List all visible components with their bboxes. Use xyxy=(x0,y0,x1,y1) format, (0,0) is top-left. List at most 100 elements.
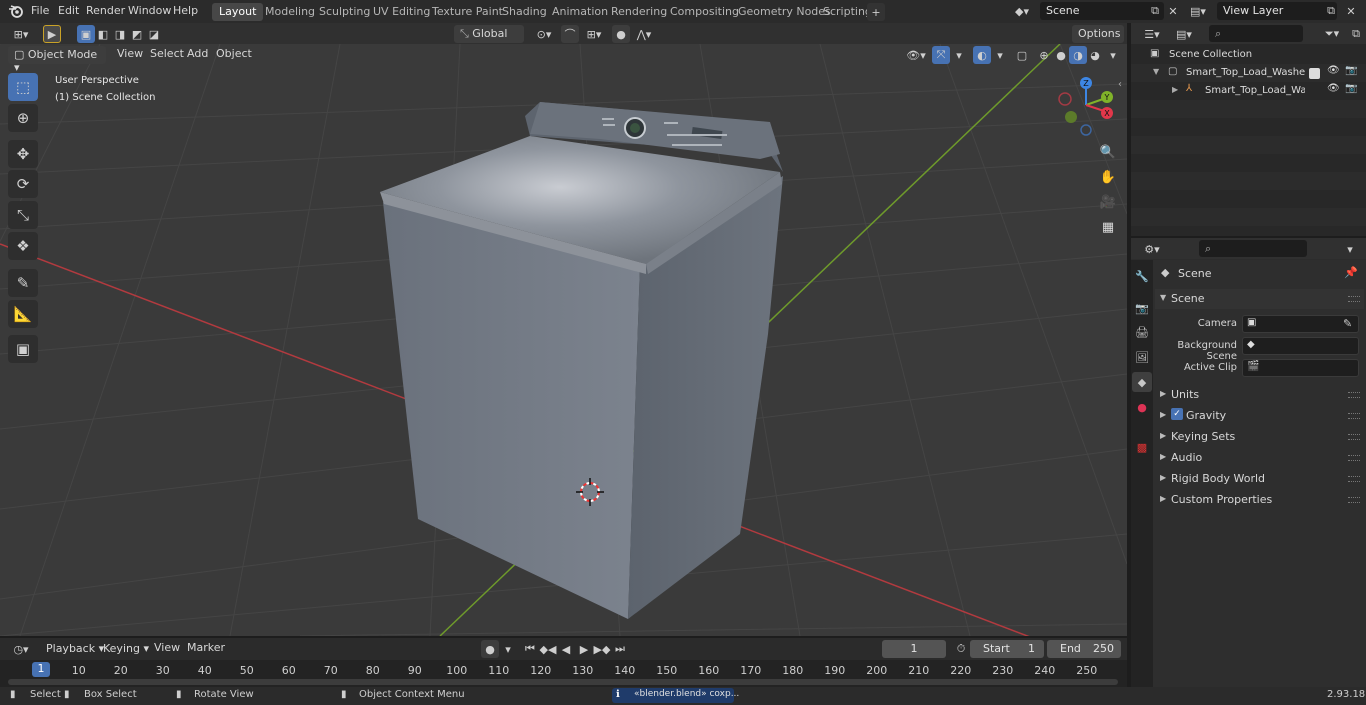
timeline-marker-menu[interactable]: Marker xyxy=(187,641,225,654)
select-tool-icon[interactable]: ▶ xyxy=(43,25,61,43)
units-panel-header[interactable]: ▶ Units xyxy=(1155,385,1364,405)
delete-scene-icon[interactable]: ✕ xyxy=(1164,2,1182,20)
rigid-body-world-panel-header[interactable]: ▶ Rigid Body World xyxy=(1155,469,1364,489)
camera-field[interactable]: ▣ ✎ xyxy=(1242,315,1359,333)
navigation-gizmo[interactable]: Y Z X xyxy=(1055,74,1117,136)
overlays-dropdown-icon[interactable]: ▾ xyxy=(991,46,1009,64)
object-mode-dropdown[interactable]: ▢ Object Mode ▾ xyxy=(8,46,106,74)
camera-render-icon[interactable]: 📷 xyxy=(1345,83,1357,94)
shading-dropdown-icon[interactable]: ▾ xyxy=(1104,46,1122,64)
falloff-icon[interactable]: ⋀▾ xyxy=(631,25,657,43)
xray-toggle-icon[interactable]: ▢ xyxy=(1013,46,1031,64)
active-clip-field[interactable]: 🎬 xyxy=(1242,359,1359,377)
tool-measure-icon[interactable]: 📐 xyxy=(8,300,38,328)
options-dropdown[interactable]: Options ▾ xyxy=(1072,25,1124,53)
proportional-edit-icon[interactable]: ● xyxy=(612,25,630,43)
drag-handle-icon[interactable] xyxy=(1348,476,1360,482)
overlays-toggle-icon[interactable]: ◐ xyxy=(973,46,991,64)
keying-menu[interactable]: Keying ▾ xyxy=(97,640,155,658)
select-mode-new-icon[interactable]: ▣ xyxy=(77,25,95,43)
pan-hand-icon[interactable]: ✋ xyxy=(1097,166,1119,188)
keying-sets-panel-header[interactable]: ▶ Keying Sets xyxy=(1155,427,1364,447)
add-workspace-icon[interactable]: + xyxy=(867,3,885,21)
shading-wireframe-icon[interactable]: ⊕ xyxy=(1035,46,1053,64)
tab-layout[interactable]: Layout xyxy=(212,3,264,21)
tool-cursor-icon[interactable]: ⊕ xyxy=(8,104,38,132)
new-view-layer-icon[interactable]: ⧉ xyxy=(1322,2,1340,20)
jump-end-icon[interactable]: ⏭ xyxy=(611,640,629,658)
drag-handle-icon[interactable] xyxy=(1348,392,1360,398)
menu-edit[interactable]: Edit xyxy=(58,4,79,17)
properties-options-icon[interactable]: ▾ xyxy=(1341,240,1359,258)
shading-rendered-icon[interactable]: ◕ xyxy=(1086,46,1104,64)
start-frame-field[interactable]: Start 1 xyxy=(970,640,1044,658)
current-frame-field[interactable]: 1 xyxy=(882,640,946,658)
pin-icon[interactable]: 📌 xyxy=(1344,266,1358,279)
delete-view-layer-icon[interactable]: ✕ xyxy=(1342,2,1360,20)
menu-window[interactable]: Window xyxy=(128,4,171,17)
sidebar-toggle-icon[interactable]: ‹ xyxy=(1118,79,1122,90)
timeline-editor-type-icon[interactable]: ◷▾ xyxy=(8,640,34,658)
display-mode-icon[interactable]: ▤▾ xyxy=(1171,25,1197,43)
menu-help[interactable]: Help xyxy=(173,4,198,17)
end-frame-field[interactable]: End 250 xyxy=(1047,640,1121,658)
tool-rotate-icon[interactable]: ⟳ xyxy=(8,170,38,198)
gizmo-toggle-icon[interactable]: ⤧ xyxy=(932,46,950,64)
tool-scale-icon[interactable]: ⤡ xyxy=(8,201,38,229)
select-mode-extend-icon[interactable]: ◧ xyxy=(94,25,112,43)
menu-add[interactable]: Add xyxy=(187,47,208,60)
visibility-filter-icon[interactable]: 👁▾ xyxy=(903,46,929,64)
washer-model[interactable] xyxy=(380,102,783,619)
select-mode-invert-icon[interactable]: ◩ xyxy=(128,25,146,43)
shading-solid-icon[interactable]: ● xyxy=(1052,46,1070,64)
snap-target-icon[interactable]: ⊞▾ xyxy=(581,25,607,43)
pivot-point-icon[interactable]: ⊙▾ xyxy=(531,25,557,43)
outliner-row-scene-collection[interactable]: ▣ Scene Collection xyxy=(1131,46,1366,64)
camera-view-icon[interactable]: 🎥 xyxy=(1097,191,1119,213)
tool-move-icon[interactable]: ✥ xyxy=(8,140,38,168)
scene-tab-icon[interactable]: ◆ xyxy=(1132,372,1152,392)
gravity-checkbox[interactable]: ✓ xyxy=(1171,408,1183,420)
drag-handle-icon[interactable] xyxy=(1348,455,1360,461)
tool-tab-icon[interactable]: 🔧 xyxy=(1132,266,1152,286)
scene-selector-icon[interactable]: ◆▾ xyxy=(1013,2,1031,20)
gravity-panel-header[interactable]: ▶ ✓ Gravity xyxy=(1155,406,1364,426)
editor-type-icon[interactable]: ⊞▾ xyxy=(8,25,34,43)
gizmo-dropdown-icon[interactable]: ▾ xyxy=(950,46,968,64)
world-tab-icon[interactable]: ● xyxy=(1132,397,1152,417)
notification-banner[interactable]: ℹ «blender.blend» coxp... xyxy=(612,688,739,703)
menu-select[interactable]: Select xyxy=(150,47,184,60)
properties-editor-type-icon[interactable]: ⚙▾ xyxy=(1139,240,1165,258)
tool-add-cube-icon[interactable]: ▣ xyxy=(8,335,38,363)
eye-icon[interactable]: 👁 xyxy=(1327,65,1340,76)
shading-material-icon[interactable]: ◑ xyxy=(1069,46,1087,64)
eyedropper-icon[interactable]: ✎ xyxy=(1343,317,1352,330)
drag-handle-icon[interactable] xyxy=(1348,296,1360,302)
render-tab-icon[interactable]: 📷 xyxy=(1132,298,1152,318)
expand-arrow-icon[interactable]: ▶ xyxy=(1172,85,1178,94)
snap-icon[interactable]: ⌒ xyxy=(561,25,579,43)
auto-keying-icon[interactable]: ● xyxy=(481,640,499,658)
eye-icon[interactable]: 👁 xyxy=(1327,83,1340,94)
timeline-ruler[interactable]: 1 10 20 30 40 50 60 70 80 90 100 110 120 130 140 150 16… xyxy=(0,660,1127,687)
output-tab-icon[interactable]: 🖨 xyxy=(1132,322,1152,342)
keying-dropdown-icon[interactable]: ▾ xyxy=(499,640,517,658)
menu-object[interactable]: Object xyxy=(216,47,252,60)
exclude-checkbox[interactable] xyxy=(1309,68,1320,79)
properties-search-input[interactable]: ⌕ xyxy=(1199,240,1307,257)
audio-panel-header[interactable]: ▶ Audio xyxy=(1155,448,1364,468)
outliner-search-input[interactable]: ⌕ xyxy=(1209,25,1303,42)
outliner-row-washer-object[interactable]: ▶ ⅄ Smart_Top_Load_Washer 👁 📷 xyxy=(1131,82,1366,100)
jump-prev-keyframe-icon[interactable]: ◆◀ xyxy=(539,640,557,658)
background-scene-field[interactable]: ◆ xyxy=(1242,337,1359,355)
menu-file[interactable]: File xyxy=(31,4,49,17)
outliner-row-washer-collection[interactable]: ▼ ▢ Smart_Top_Load_Washer_001 👁 📷 xyxy=(1131,64,1366,82)
tool-select-box-icon[interactable]: ⬚ xyxy=(8,73,38,101)
outliner-editor-type-icon[interactable]: ☰▾ xyxy=(1139,25,1165,43)
jump-next-keyframe-icon[interactable]: ▶◆ xyxy=(593,640,611,658)
camera-render-icon[interactable]: 📷 xyxy=(1345,65,1357,76)
play-reverse-icon[interactable]: ◀ xyxy=(557,640,575,658)
playhead-frame[interactable]: 1 xyxy=(32,662,50,677)
view-layer-tab-icon[interactable]: 🖼 xyxy=(1132,347,1152,367)
menu-render[interactable]: Render xyxy=(86,4,125,17)
